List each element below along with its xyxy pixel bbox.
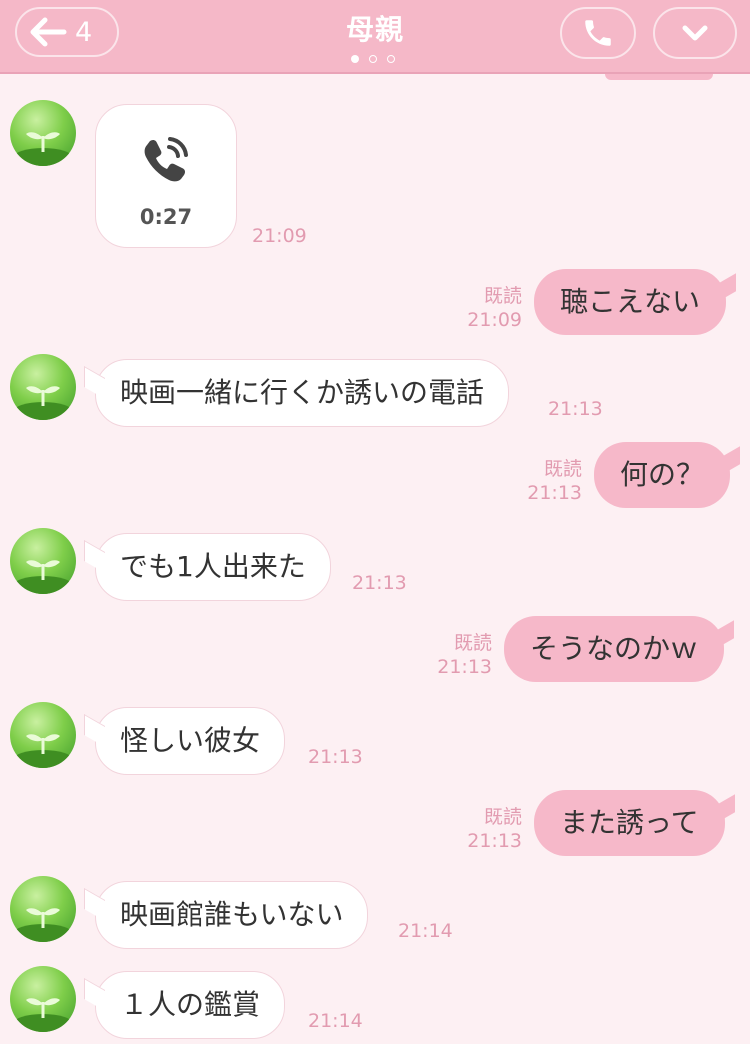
sprout-avatar (13, 132, 73, 166)
message-time: 21:13 (467, 830, 522, 852)
incoming-message[interactable]: １人の鑑賞 (95, 971, 286, 1039)
message-time: 21:09 (467, 309, 522, 331)
outgoing-message[interactable]: また誘って (534, 790, 725, 856)
sprout-avatar (13, 908, 73, 942)
avatar[interactable] (10, 966, 76, 1032)
sprout-avatar (13, 560, 73, 594)
message-time: 21:13 (527, 482, 582, 504)
read-receipt: 既読 (543, 458, 582, 480)
chat-title: 母親 (345, 13, 404, 46)
sprout-avatar (13, 998, 73, 1032)
message-list[interactable]: 0:27 21:09 既読 21:09 聴こえない 映画一緒に行くか誘いの電話 … (0, 74, 750, 1044)
outgoing-message[interactable]: 何の？ (594, 442, 731, 508)
phone-call-icon (144, 137, 188, 182)
incoming-message[interactable]: 怪しい彼女 (95, 707, 286, 775)
message-time: 21:13 (437, 656, 492, 678)
page-indicator (351, 55, 395, 63)
page-dot (369, 55, 377, 63)
message-meta: 既読 21:13 (462, 805, 522, 853)
avatar[interactable] (10, 702, 76, 768)
outgoing-message[interactable]: そうなのかｗ (504, 616, 725, 682)
voice-call-bubble[interactable]: 0:27 (95, 104, 237, 248)
message-time: 21:14 (308, 1010, 363, 1032)
message-time: 21:13 (308, 746, 363, 768)
call-duration: 0:27 (139, 205, 193, 229)
read-receipt: 既読 (453, 632, 492, 654)
avatar[interactable] (10, 100, 76, 166)
read-receipt: 既読 (483, 806, 522, 828)
chat-header: 4 母親 (0, 0, 750, 74)
incoming-message[interactable]: 映画館誰もいない (95, 881, 369, 949)
incoming-message[interactable]: 映画一緒に行くか誘いの電話 (95, 359, 510, 427)
sprout-avatar (13, 386, 73, 420)
avatar[interactable] (10, 876, 76, 942)
message-meta: 既読 21:13 (432, 631, 492, 679)
message-time: 21:09 (252, 225, 307, 247)
sprout-avatar (13, 734, 73, 768)
chevron-down-icon (682, 25, 708, 41)
message-meta: 既読 21:09 (462, 284, 522, 332)
read-receipt: 既読 (483, 285, 522, 307)
menu-button[interactable] (653, 7, 737, 59)
message-meta: 既読 21:13 (522, 457, 582, 505)
avatar[interactable] (10, 354, 76, 420)
message-time: 21:14 (398, 920, 453, 942)
page-dot-active (351, 55, 359, 63)
message-time: 21:13 (548, 398, 603, 420)
call-button[interactable] (560, 7, 636, 59)
outgoing-message[interactable]: 聴こえない (534, 269, 727, 335)
message-time: 21:13 (352, 572, 407, 594)
previous-message-edge (605, 74, 713, 80)
avatar[interactable] (10, 528, 76, 594)
page-dot (387, 55, 395, 63)
incoming-message[interactable]: でも1人出来た (95, 533, 331, 601)
phone-icon (585, 20, 611, 46)
